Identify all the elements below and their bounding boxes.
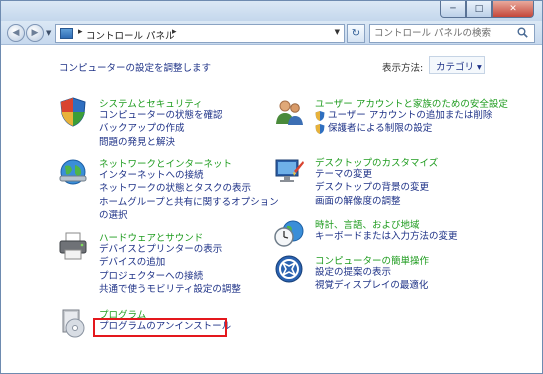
category-links: コンピューターの状態を確認 バックアップの作成 問題の発見と解決 xyxy=(99,109,223,149)
uac-shield-icon xyxy=(315,111,325,121)
link-connect-internet[interactable]: インターネットへの接続 xyxy=(99,169,279,182)
category-title[interactable]: ネットワークとインターネット xyxy=(99,156,232,170)
category-title[interactable]: 時計、言語、および地域 xyxy=(315,217,420,231)
users-icon[interactable] xyxy=(273,96,305,128)
view-by-dropdown[interactable]: カテゴリ ▾ xyxy=(429,56,485,74)
category-title[interactable]: ハードウェアとサウンド xyxy=(99,230,203,244)
category-title[interactable]: ユーザー アカウントと家族のための安全設定 xyxy=(315,96,508,110)
programs-disc-icon[interactable] xyxy=(57,307,89,339)
breadcrumb-control-panel[interactable]: コントロール パネル xyxy=(86,28,175,42)
link-label: 保護者による制限の設定 xyxy=(328,123,433,135)
link-add-device[interactable]: デバイスの追加 xyxy=(99,256,241,269)
link-optimize-display[interactable]: 視覚ディスプレイの最適化 xyxy=(315,279,428,292)
back-button[interactable]: ◀ xyxy=(7,24,25,42)
breadcrumb-separator[interactable]: ▸ xyxy=(172,27,177,37)
refresh-button[interactable]: ↻ xyxy=(347,24,365,43)
window-controls: ─ □ ✕ xyxy=(440,1,534,18)
link-homegroup-sharing[interactable]: ホームグループと共有に関するオプション xyxy=(99,196,279,209)
link-suggested-settings[interactable]: 設定の提案の表示 xyxy=(315,266,428,279)
category-links: 設定の提案の表示 視覚ディスプレイの最適化 xyxy=(315,266,428,293)
page-title: コンピューターの設定を調整します xyxy=(59,63,212,74)
search-icon[interactable] xyxy=(517,27,528,38)
view-by-label: 表示方法: xyxy=(382,63,424,74)
breadcrumb-separator[interactable]: ▸ xyxy=(78,27,83,37)
address-bar[interactable]: ▸ コントロール パネル ▸ ▼ xyxy=(55,24,345,43)
network-globe-icon[interactable] xyxy=(57,156,89,188)
category-links: テーマの変更 デスクトップの背景の変更 画面の解像度の調整 xyxy=(315,168,429,208)
category-title[interactable]: システムとセキュリティ xyxy=(99,96,203,110)
link-change-theme[interactable]: テーマの変更 xyxy=(315,168,429,181)
link-backup[interactable]: バックアップの作成 xyxy=(99,122,223,135)
printer-hardware-icon[interactable] xyxy=(57,230,89,262)
ease-of-access-icon[interactable] xyxy=(273,253,305,285)
link-homegroup-sharing-cont[interactable]: の選択 xyxy=(99,209,279,222)
link-desktop-background[interactable]: デスクトップの背景の変更 xyxy=(315,181,429,194)
link-label: ユーザー アカウントの追加または削除 xyxy=(328,110,493,121)
title-bar: ─ □ ✕ xyxy=(1,1,542,21)
system-security-shield-icon[interactable] xyxy=(57,96,89,128)
control-panel-icon xyxy=(60,28,73,39)
link-network-status[interactable]: ネットワークの状態とタスクの表示 xyxy=(99,182,279,195)
navigation-bar: ◀ ▶ ▼ ▸ コントロール パネル ▸ ▼ ↻ xyxy=(1,21,542,45)
minimize-button[interactable]: ─ xyxy=(440,1,466,18)
link-screen-resolution[interactable]: 画面の解像度の調整 xyxy=(315,195,429,208)
link-devices-printers[interactable]: デバイスとプリンターの表示 xyxy=(99,243,241,256)
forward-button[interactable]: ▶ xyxy=(26,24,44,42)
category-links: デバイスとプリンターの表示 デバイスの追加 プロジェクターへの接続 共通で使うモ… xyxy=(99,243,241,297)
link-troubleshoot[interactable]: 問題の発見と解決 xyxy=(99,136,223,149)
search-input[interactable] xyxy=(374,27,514,40)
category-title[interactable]: コンピューターの簡単操作 xyxy=(315,253,429,267)
search-box[interactable] xyxy=(369,24,535,43)
link-keyboard-input[interactable]: キーボードまたは入力方法の変更 xyxy=(315,230,458,243)
close-button[interactable]: ✕ xyxy=(492,1,534,18)
link-connect-projector[interactable]: プロジェクターへの接続 xyxy=(99,270,241,283)
category-title[interactable]: デスクトップのカスタマイズ xyxy=(315,155,438,169)
clock-globe-icon[interactable] xyxy=(273,217,305,249)
link-add-remove-accounts[interactable]: ユーザー アカウントの追加または削除 xyxy=(315,109,492,122)
category-links: ユーザー アカウントの追加または削除 保護者による制限の設定 xyxy=(315,109,492,136)
category-links: キーボードまたは入力方法の変更 xyxy=(315,230,458,243)
content-area: コンピューターの設定を調整します 表示方法: カテゴリ ▾ システムとセキュリテ… xyxy=(1,46,542,373)
link-check-status[interactable]: コンピューターの状態を確認 xyxy=(99,109,223,122)
link-mobility-settings[interactable]: 共通で使うモビリティ設定の調整 xyxy=(99,283,241,296)
control-panel-window: ─ □ ✕ ◀ ▶ ▼ ▸ コントロール パネル ▸ ▼ ↻ コンピューターの設… xyxy=(0,0,543,374)
address-dropdown-button[interactable]: ▼ xyxy=(335,28,340,36)
category-links: インターネットへの接続 ネットワークの状態とタスクの表示 ホームグループと共有に… xyxy=(99,169,279,223)
highlight-box xyxy=(93,318,227,337)
display-appearance-icon[interactable] xyxy=(273,155,305,187)
link-parental-controls[interactable]: 保護者による制限の設定 xyxy=(315,122,492,135)
uac-shield-icon xyxy=(315,124,325,135)
recent-pages-dropdown[interactable]: ▼ xyxy=(46,29,51,37)
maximize-button[interactable]: □ xyxy=(466,1,492,18)
